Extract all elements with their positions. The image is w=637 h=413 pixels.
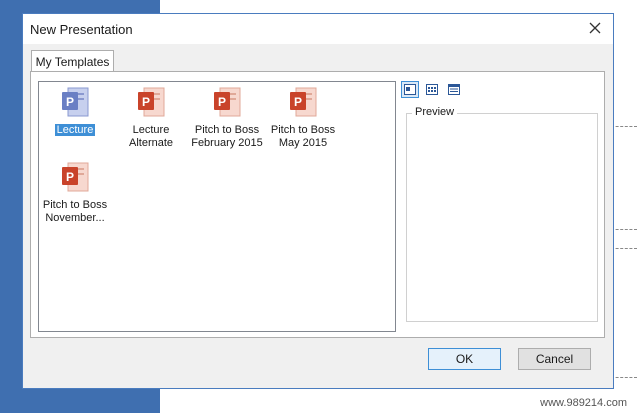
powerpoint-template-icon: P [210,86,244,120]
svg-text:P: P [218,95,226,109]
details-view-icon [448,84,460,95]
svg-text:P: P [66,170,74,184]
template-label: Pitch to Boss February 2015 [191,124,263,149]
svg-text:P: P [66,95,74,109]
template-list[interactable]: P Lecture P Lecture Alternate P Pitch to… [38,81,396,332]
powerpoint-template-icon: P [286,86,320,120]
list-view-button[interactable] [423,81,441,98]
template-item-lecture-alternate[interactable]: P Lecture Alternate [113,86,189,150]
details-view-button[interactable] [445,81,463,98]
template-label: Pitch to Boss May 2015 [270,124,336,149]
powerpoint-template-icon: P [58,161,92,195]
template-label: Pitch to Boss November... [42,199,108,224]
dialog-title: New Presentation [30,22,133,37]
new-presentation-dialog: New Presentation My Templates P Lecture … [22,13,614,389]
powerpoint-template-icon: P [134,86,168,120]
template-item-pitch-november[interactable]: P Pitch to Boss November... [37,161,113,225]
template-label: Lecture [54,124,96,136]
svg-text:P: P [294,95,302,109]
large-icons-view-button[interactable] [401,81,419,98]
template-item-lecture[interactable]: P Lecture [37,86,113,137]
large-icons-view-icon [404,84,416,95]
svg-text:P: P [142,95,150,109]
ok-button[interactable]: OK [428,348,501,370]
title-bar: New Presentation [23,14,613,44]
cancel-button[interactable]: Cancel [518,348,591,370]
guide-line [611,248,637,249]
template-label: Lecture Alternate [128,124,174,149]
close-icon [589,22,601,34]
preview-box [406,113,598,322]
tab-panel: P Lecture P Lecture Alternate P Pitch to… [30,71,605,338]
watermark: www.989214.com [540,397,627,409]
tab-my-templates[interactable]: My Templates [31,50,114,72]
background-bottom-left [0,388,160,413]
list-view-icon [426,84,438,95]
guide-line [611,377,637,378]
guide-line [611,229,637,230]
tab-label: My Templates [35,54,110,69]
close-button[interactable] [583,16,607,40]
guide-line [611,126,637,127]
template-item-pitch-may-2015[interactable]: P Pitch to Boss May 2015 [265,86,341,150]
powerpoint-template-icon: P [58,86,92,120]
preview-label: Preview [412,106,458,118]
template-item-pitch-feb-2015[interactable]: P Pitch to Boss February 2015 [189,86,265,150]
